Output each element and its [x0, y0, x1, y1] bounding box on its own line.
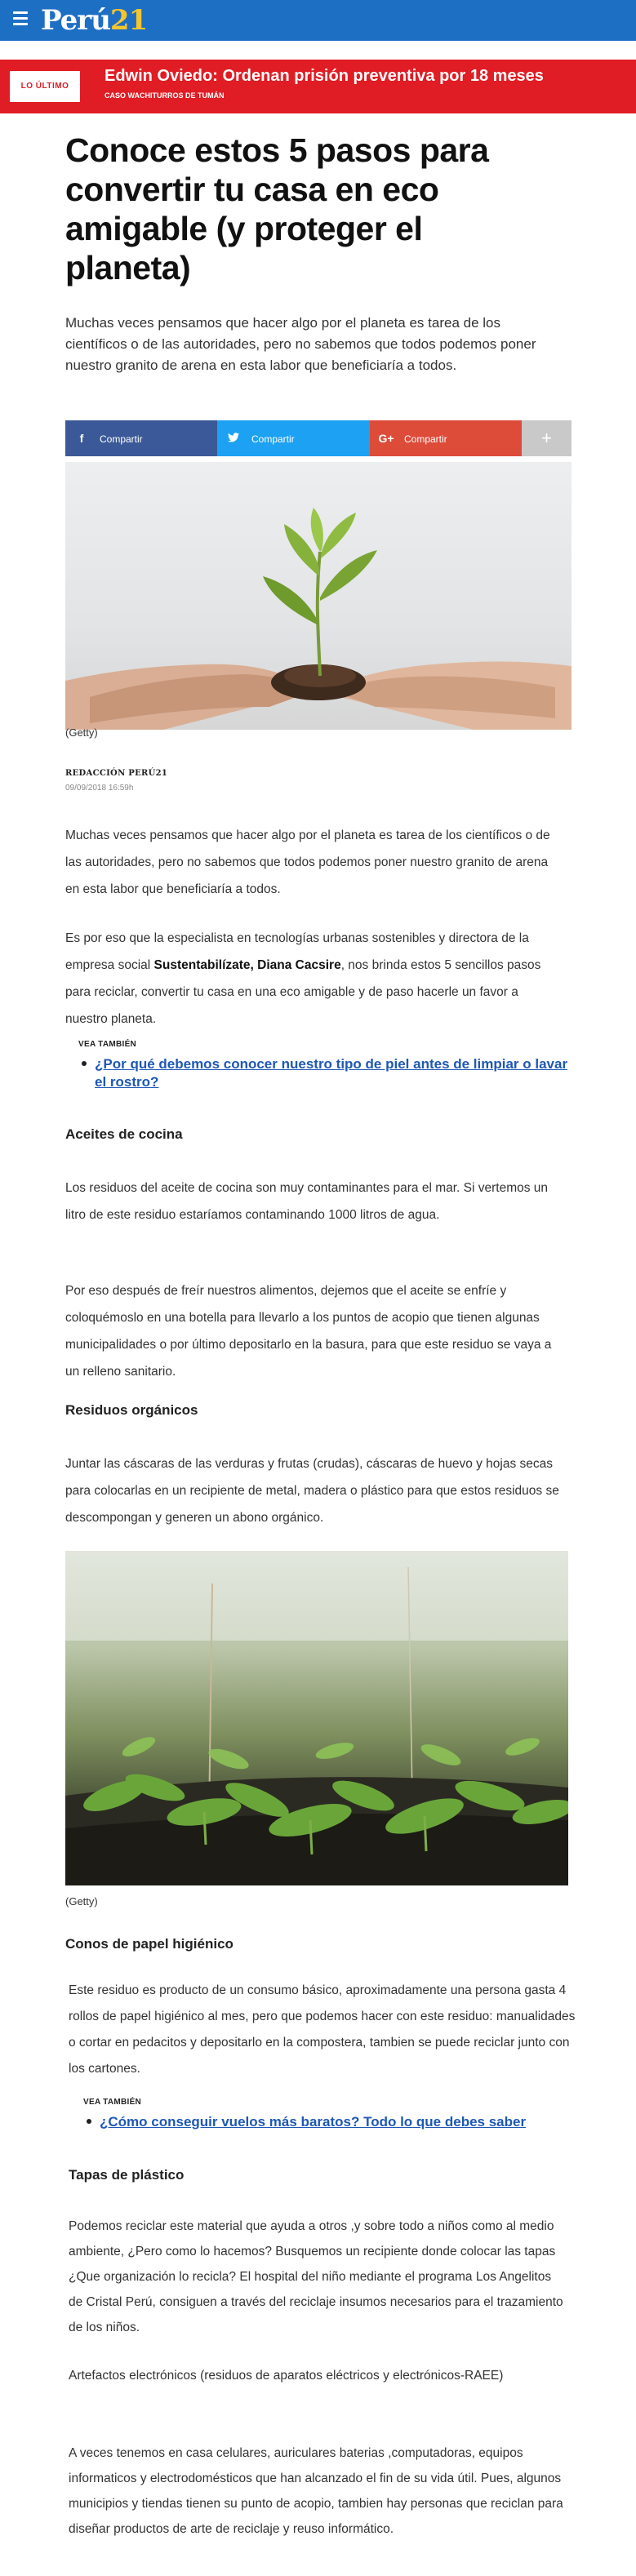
- hero-image-seedling-hands: [65, 462, 572, 730]
- top-navbar: Perú21: [0, 0, 636, 41]
- twitter-share-button[interactable]: Compartir: [217, 420, 370, 456]
- facebook-share-button[interactable]: f Compartir: [65, 420, 217, 456]
- facebook-icon: f: [79, 432, 84, 445]
- author-byline[interactable]: REDACCIÓN PERÚ21: [65, 769, 167, 778]
- logo-number: 21: [109, 4, 148, 37]
- facebook-share-label: Compartir: [100, 433, 143, 445]
- article-lead: Muchas veces pensamos que hacer algo por…: [65, 315, 536, 373]
- hero-image-caption: (Getty): [65, 726, 98, 739]
- article-paragraph: A veces tenemos en casa celulares, auric…: [69, 2446, 563, 2536]
- related-article-link[interactable]: ¿Por qué debemos conocer nuestro tipo de…: [78, 1055, 576, 1091]
- section-heading: Aceites de cocina: [65, 1126, 183, 1142]
- more-share-button[interactable]: +: [522, 420, 572, 456]
- google-plus-share-label: Compartir: [404, 433, 447, 445]
- breaking-news-tag: LO ÚLTIMO: [10, 71, 80, 102]
- seedlings-image: [65, 1551, 568, 1885]
- plus-icon: +: [541, 428, 552, 448]
- article-paragraph: Los residuos del aceite de cocina son mu…: [65, 1181, 549, 1222]
- google-plus-share-button[interactable]: G+ Compartir: [370, 420, 522, 456]
- section-heading: Residuos orgánicos: [65, 1402, 198, 1418]
- share-bar: f Compartir Compartir G+ Compartir +: [65, 420, 572, 456]
- section-heading: Conos de papel higiénico: [65, 1936, 233, 1952]
- hamburger-menu-icon[interactable]: [13, 11, 28, 28]
- article-paragraph: Este residuo es producto de un consumo b…: [69, 1983, 576, 2076]
- article-paragraph: Juntar las cáscaras de las verduras y fr…: [65, 1457, 559, 1525]
- article-paragraph: Artefactos electrónicos (residuos de apa…: [69, 2369, 504, 2383]
- breaking-news-subtitle: CASO WACHITURROS DE TUMÁN: [105, 91, 225, 100]
- article-paragraph: Muchas veces pensamos que hacer algo por…: [65, 828, 550, 896]
- paragraph-bold-text: Sustentabilízate, Diana Cacsire: [153, 958, 341, 972]
- article-paragraph: Es por eso que la especialista en tecnol…: [65, 925, 563, 1033]
- related-article-link[interactable]: ¿Cómo conseguir vuelos más baratos? Todo…: [83, 2113, 581, 2131]
- twitter-bird-icon: [225, 420, 242, 456]
- seedlings-image-caption: (Getty): [65, 1895, 98, 1908]
- twitter-share-label: Compartir: [251, 433, 295, 445]
- section-heading: Tapas de plástico: [69, 2167, 185, 2183]
- google-plus-icon: G+: [378, 432, 394, 445]
- publish-date: 09/09/2018 16:59h: [65, 784, 134, 793]
- logo-word: Perú: [41, 4, 111, 37]
- article-title: Conoce estos 5 pasos para convertir tu c…: [65, 131, 489, 286]
- article-paragraph: Por eso después de freír nuestros alimen…: [65, 1284, 552, 1379]
- related-label: VEA TAMBIÉN: [83, 2098, 142, 2107]
- breaking-news-banner[interactable]: LO ÚLTIMO Edwin Oviedo: Ordenan prisión …: [0, 60, 636, 113]
- related-article-box: VEA TAMBIÉN ¿Por qué debemos conocer nue…: [78, 1040, 576, 1091]
- article-paragraph: Podemos reciclar este material que ayuda…: [69, 2219, 563, 2334]
- related-article-box: VEA TAMBIÉN ¿Cómo conseguir vuelos más b…: [83, 2098, 581, 2131]
- breaking-news-title[interactable]: Edwin Oviedo: Ordenan prisión preventiva…: [105, 67, 544, 86]
- related-label: VEA TAMBIÉN: [78, 1040, 137, 1049]
- site-logo[interactable]: Perú21: [41, 3, 148, 38]
